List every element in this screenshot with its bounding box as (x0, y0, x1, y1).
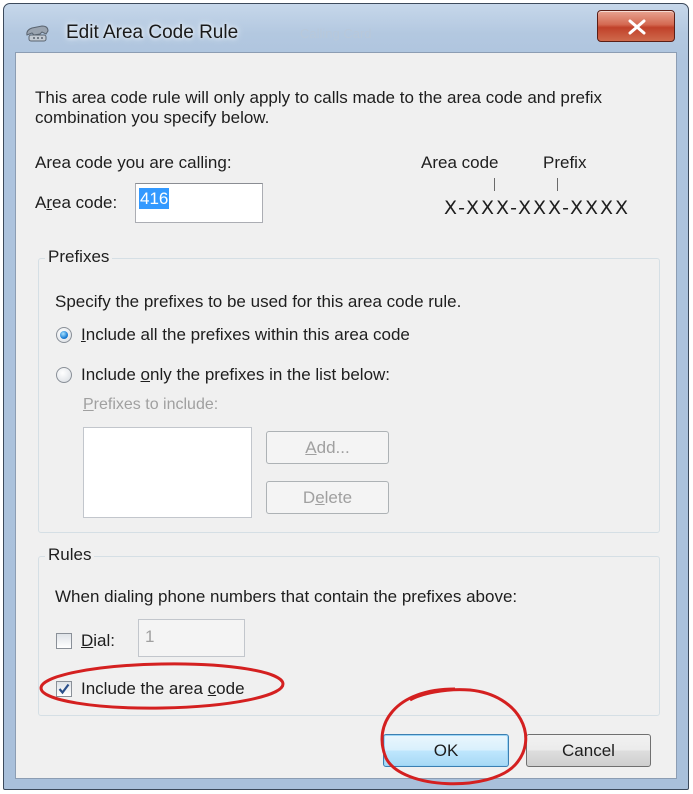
area-code-value: 416 (139, 188, 170, 209)
area-code-label: Area code: (35, 193, 118, 212)
include-list-label[interactable]: Include only the prefixes in the list be… (81, 365, 390, 385)
title-bar[interactable]: Edit Area Code Rule Calling Card (4, 4, 688, 52)
area-code-heading: Area code you are calling: (35, 153, 232, 172)
area-code-input[interactable]: 416 (135, 183, 263, 223)
dial-label[interactable]: Dial: (81, 631, 115, 651)
prefixes-list-label: Prefixes to include: (83, 396, 219, 413)
include-all-radio[interactable] (56, 327, 72, 343)
ok-button[interactable]: OK (383, 734, 509, 767)
dial-prefix-value: 1 (145, 627, 155, 646)
diagram-area-code-label: Area code (421, 153, 499, 172)
dial-prefix-input[interactable]: 1 (138, 619, 245, 657)
include-area-code-checkbox[interactable] (56, 681, 72, 697)
prefixes-legend: Prefixes (45, 247, 113, 267)
prefixes-listbox[interactable] (83, 427, 252, 518)
include-list-radio[interactable] (56, 367, 72, 383)
dialog-window: Edit Area Code Rule Calling Card This ar… (3, 3, 689, 790)
phone-icon (26, 25, 49, 42)
radio-selected-dot (60, 331, 68, 339)
rules-instruction: When dialing phone numbers that contain … (55, 587, 518, 606)
include-area-code-label[interactable]: Include the area code (81, 679, 245, 699)
checkmark-icon (58, 683, 70, 695)
prefix-tick (557, 178, 558, 191)
dial-checkbox[interactable] (56, 633, 72, 649)
number-pattern: X-XXX-XXX-XXXX (444, 197, 631, 219)
add-prefix-button[interactable]: Add... (266, 431, 389, 464)
background-window-title: Calling Card (300, 26, 372, 41)
prefixes-instruction: Specify the prefixes to be used for this… (55, 292, 462, 311)
area-code-tick (494, 178, 495, 191)
rules-legend: Rules (45, 545, 95, 565)
rule-description: This area code rule will only apply to c… (35, 88, 602, 127)
include-all-label[interactable]: Include all the prefixes within this are… (81, 325, 410, 345)
delete-prefix-button[interactable]: Delete (266, 481, 389, 514)
close-x-icon (628, 19, 646, 35)
diagram-prefix-label: Prefix (543, 153, 587, 172)
close-button[interactable] (597, 10, 675, 42)
dialog-body: This area code rule will only apply to c… (15, 52, 677, 779)
window-title: Edit Area Code Rule (66, 22, 239, 43)
cancel-button[interactable]: Cancel (526, 734, 651, 767)
